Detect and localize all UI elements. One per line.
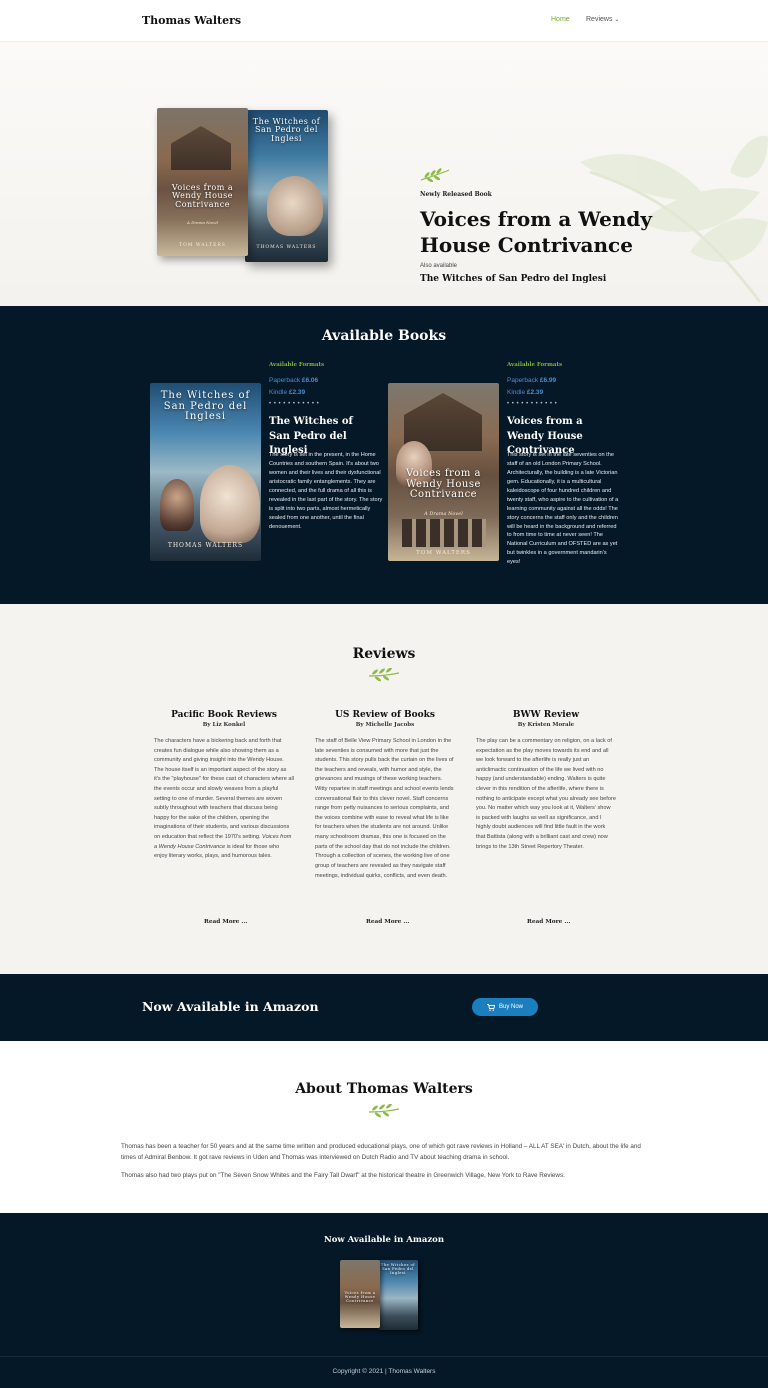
wendy-cover-subtitle: A Drama Novel — [424, 511, 463, 517]
review-author: By Michelle Jacobs — [355, 722, 415, 728]
book1-kindle-price: £2.39 — [288, 389, 306, 396]
cart-icon — [486, 1003, 495, 1011]
book2-kindle-price: £2.39 — [526, 389, 544, 396]
book1-kindle-label: Kindle — [269, 389, 288, 396]
available-books-section: Available Books The Witches of San Pedro… — [0, 306, 768, 604]
hero-also-label: Also available — [420, 263, 458, 269]
hero-kicker: Newly Released Book — [420, 191, 492, 198]
wendy-cover-author: TOM WALTERS — [416, 550, 471, 556]
hero-section: Voices from a Wendy House Contrivance A … — [0, 42, 768, 306]
review-card: US Review of Books By Michelle Jacobs Th… — [315, 710, 455, 881]
book1-paperback[interactable]: Paperback £6.06 — [269, 377, 318, 384]
book1-kindle[interactable]: Kindle £2.39 — [269, 389, 305, 396]
about-paragraph-1: Thomas has been a teacher for 50 years a… — [121, 1143, 641, 1161]
hero-book-wendy-house: Voices from a Wendy House Contrivance A … — [157, 108, 248, 256]
book2-formats-label: Available Formats — [507, 362, 563, 368]
read-more-link[interactable]: Read More ... — [366, 919, 409, 925]
witches-book-cover[interactable]: The Witches of San Pedro del Inglesi THO… — [150, 383, 261, 561]
site-brand[interactable]: Thomas Walters — [142, 14, 241, 27]
portrait-illustration — [267, 176, 323, 236]
footer-witches-cover-title: The Witches of San Pedro del Inglesi — [380, 1263, 416, 1275]
sprig-icon — [420, 168, 450, 182]
site-footer: Now Available in Amazon Voices from a We… — [0, 1213, 768, 1388]
reviews-section: Reviews Pacific Book Reviews By Liz Konk… — [0, 604, 768, 974]
book1-paperback-label: Paperback — [269, 377, 301, 384]
book2-paperback-label: Paperback — [507, 377, 539, 384]
chevron-down-icon: ⌄ — [614, 17, 620, 23]
review-title: Pacific Book Reviews — [171, 710, 277, 720]
site-header: Thomas Walters Home Reviews ⌄ — [0, 0, 768, 42]
copyright-text: Copyright © 2021 | Thomas Walters — [332, 1368, 436, 1375]
sprig-icon — [368, 1104, 400, 1118]
hero-book-witches-title: The Witches of San Pedro del Inglesi — [252, 117, 321, 143]
footer-heading: Now Available in Amazon — [323, 1235, 445, 1245]
review-body: The staff of Belle View Primary School i… — [315, 738, 454, 879]
hero-book-wendy-subtitle: A Drama Novel — [187, 220, 218, 225]
amazon-cta-section: Now Available in Amazon Buy Now — [0, 974, 768, 1041]
book2-kindle[interactable]: Kindle £2.39 — [507, 389, 543, 396]
review-card: BWW Review By Kristen Morale The play ca… — [476, 710, 616, 852]
footer-book-wendy-house[interactable]: Voices from a Wendy House Contrivance — [340, 1260, 380, 1328]
read-more-link[interactable]: Read More ... — [527, 919, 570, 925]
book2-paperback-price: £6.99 — [539, 377, 557, 384]
book2-description: This story is set in the late seventies … — [507, 452, 619, 566]
review-card: Pacific Book Reviews By Liz Konkel The c… — [154, 710, 294, 862]
book2-kindle-label: Kindle — [507, 389, 526, 396]
wendy-house-book-cover[interactable]: Voices from a Wendy House Contrivance A … — [388, 383, 499, 561]
sprig-icon — [368, 668, 400, 682]
amazon-cta-text: Now Available in Amazon — [142, 999, 319, 1014]
book1-paperback-price: £6.06 — [301, 377, 319, 384]
reviews-heading: Reviews — [352, 646, 416, 662]
book1-divider: • • • • • • • • • • • — [269, 401, 320, 407]
review-author: By Kristen Morale — [517, 722, 575, 728]
hero-book-wendy-title: Voices from a Wendy House Contrivance — [171, 183, 234, 209]
nav-reviews-label: Reviews — [586, 16, 613, 23]
portrait-illustration — [200, 465, 260, 543]
hero-book-wendy-author: TOM WALTERS — [179, 243, 226, 248]
hero-title: Voices from a Wendy House Contrivance — [420, 207, 652, 257]
book1-description: The story is set in the present, in the … — [269, 452, 383, 530]
footer-wendy-cover-title: Voices from a Wendy House Contrivance — [344, 1291, 376, 1303]
footer-book-witches[interactable]: The Witches of San Pedro del Inglesi — [378, 1260, 418, 1330]
review-author: By Liz Konkel — [202, 722, 246, 728]
buy-now-button[interactable]: Buy Now — [472, 998, 538, 1016]
footer-divider — [0, 1356, 768, 1357]
review-body: The characters have a bickering back and… — [154, 738, 294, 860]
children-illustration — [402, 519, 486, 547]
read-more-link[interactable]: Read More ... — [204, 919, 247, 925]
witches-cover-title: The Witches of San Pedro del Inglesi — [160, 390, 251, 422]
review-title: BWW Review — [512, 710, 580, 720]
nav-reviews-link[interactable]: Reviews ⌄ — [586, 16, 619, 23]
hero-book-witches: The Witches of San Pedro del Inglesi THO… — [245, 110, 328, 262]
about-section: About Thomas Walters Thomas has been a t… — [0, 1041, 768, 1213]
buy-now-label: Buy Now — [498, 1004, 523, 1010]
review-body: The play can be a commentary on religion… — [476, 738, 616, 850]
portrait-illustration-small — [160, 479, 194, 531]
about-paragraph-2: Thomas also had two plays put on "The Se… — [121, 1172, 565, 1179]
book1-formats-label: Available Formats — [269, 362, 325, 368]
book2-divider: • • • • • • • • • • • — [507, 401, 558, 407]
nav-home-link[interactable]: Home — [551, 16, 570, 23]
review-title: US Review of Books — [335, 710, 435, 720]
wendy-cover-title: Voices from a Wendy House Contrivance — [406, 468, 481, 500]
about-heading: About Thomas Walters — [295, 1081, 473, 1097]
book2-paperback[interactable]: Paperback £6.99 — [507, 377, 556, 384]
hero-also-title: The Witches of San Pedro del Inglesi — [420, 274, 607, 284]
witches-cover-author: THOMAS WALTERS — [167, 542, 244, 549]
available-books-heading: Available Books — [321, 328, 447, 344]
hero-book-witches-author: THOMAS WALTERS — [256, 245, 317, 250]
